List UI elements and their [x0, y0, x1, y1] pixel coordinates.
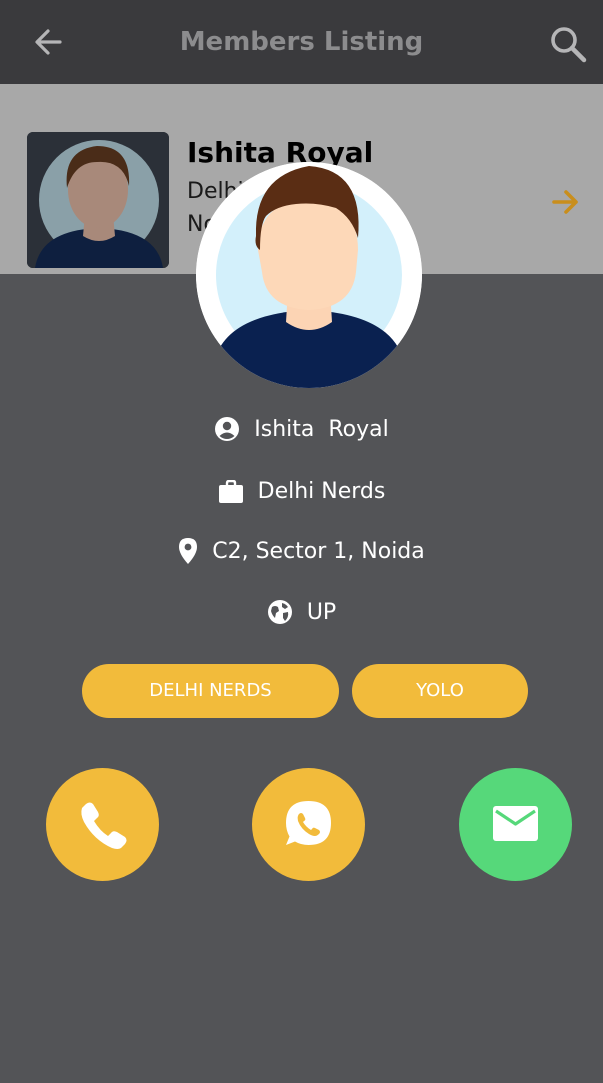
profile-name-row: Ishita Royal	[0, 416, 603, 448]
profile-avatar	[196, 162, 422, 388]
avatar-illustration	[27, 132, 169, 268]
profile-state: UP	[306, 599, 337, 625]
profile-address-row: C2, Sector 1, Noida	[0, 537, 603, 571]
profile-address: C2, Sector 1, Noida	[212, 538, 425, 564]
briefcase-icon	[218, 479, 243, 503]
profile-group-row: Delhi Nerds	[0, 479, 603, 510]
whatsapp-button[interactable]	[252, 768, 365, 881]
arrow-right-icon	[552, 190, 578, 214]
mail-icon	[493, 806, 538, 841]
profile-group: Delhi Nerds	[257, 479, 386, 504]
whatsapp-icon	[286, 801, 331, 845]
member-name: Ishita Royal	[187, 136, 374, 169]
open-member-button[interactable]	[550, 186, 582, 218]
search-button[interactable]	[548, 24, 588, 64]
profile-name: Ishita Royal	[254, 416, 389, 442]
account-circle-icon	[215, 417, 240, 441]
mail-button[interactable]	[459, 768, 572, 881]
member-thumbnail	[27, 132, 169, 268]
globe-icon	[267, 600, 292, 624]
call-button[interactable]	[46, 768, 159, 881]
page-title: Members Listing	[179, 27, 424, 57]
search-icon	[551, 27, 587, 63]
app-bar: Members Listing	[0, 0, 603, 84]
tag-chip[interactable]: YOLO	[352, 664, 528, 718]
phone-icon	[81, 802, 127, 849]
profile-state-row: UP	[0, 599, 603, 631]
avatar-illustration	[196, 162, 422, 388]
tag-chip[interactable]: DELHI NERDS	[82, 664, 339, 718]
location-pin-icon	[179, 538, 198, 564]
